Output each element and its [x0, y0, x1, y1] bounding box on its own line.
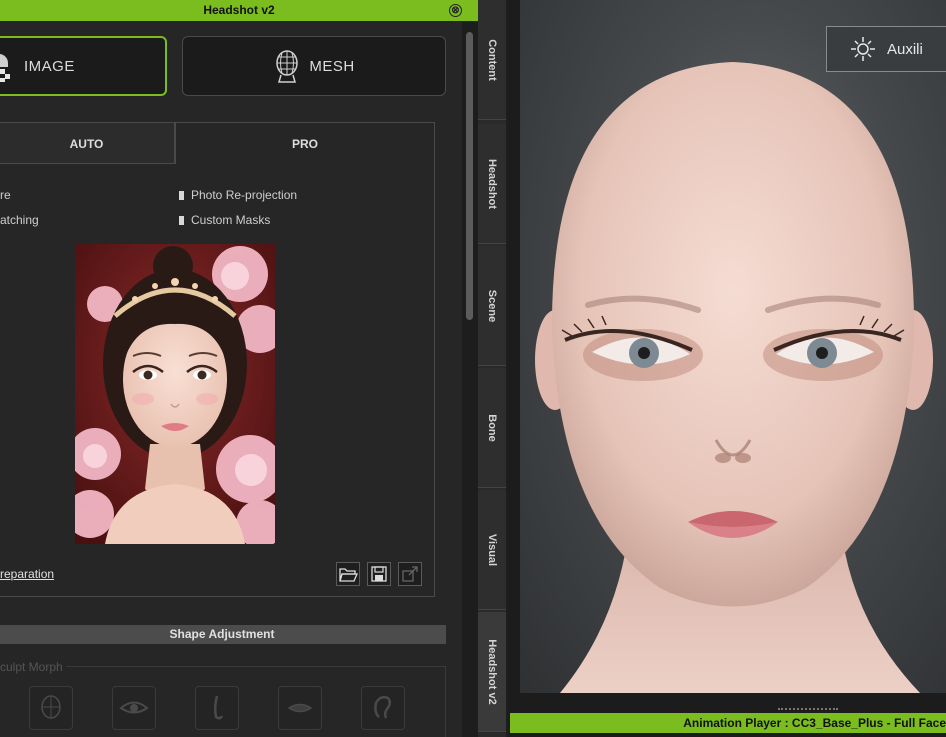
- sculpt-head-button[interactable]: [29, 686, 73, 730]
- option-left-1[interactable]: re: [0, 188, 11, 202]
- sculpt-ear-button[interactable]: [361, 686, 405, 730]
- tab-auto[interactable]: AUTO: [0, 122, 175, 164]
- head-icon: [41, 695, 61, 719]
- image-photo-icon: [0, 54, 10, 82]
- side-tab-label: Visual: [486, 533, 498, 566]
- photo-reprojection-label: Photo Re-projection: [191, 188, 298, 202]
- sculpt-nose-button[interactable]: [195, 686, 239, 730]
- mesh-mode-label: MESH: [309, 57, 355, 75]
- eye-icon: [119, 701, 149, 714]
- side-tab-label: Bone: [486, 413, 498, 442]
- open-folder-button[interactable]: [336, 562, 360, 586]
- animation-player-status-bar: Animation Player : CC3_Base_Plus - Full …: [510, 713, 946, 733]
- image-mode-button[interactable]: IMAGE: [0, 36, 167, 96]
- head-render[interactable]: [520, 0, 946, 693]
- source-photo[interactable]: [75, 244, 275, 544]
- side-tab-label: Scene: [486, 289, 498, 322]
- portrait-image: [75, 244, 275, 544]
- save-button[interactable]: [367, 562, 391, 586]
- mouth-icon: [287, 703, 313, 713]
- shape-adjustment-header[interactable]: Shape Adjustment: [0, 625, 446, 644]
- side-tab-label: Headshot v2: [486, 638, 498, 705]
- side-tab-strip: Content Headshot Scene Bone Visual Heads…: [478, 0, 506, 737]
- panel-title-bar: Headshot v2 ⊗: [0, 0, 478, 21]
- save-icon: [371, 566, 387, 582]
- mesh-mode-button[interactable]: MESH: [182, 36, 446, 96]
- mode-tabs: AUTO PRO: [0, 122, 435, 164]
- side-tab-content[interactable]: Content: [478, 0, 506, 120]
- option-left-2[interactable]: atching: [0, 213, 39, 227]
- export-button[interactable]: [398, 562, 422, 586]
- nose-icon: [213, 695, 224, 720]
- export-icon: [402, 566, 418, 582]
- checkbox[interactable]: [179, 216, 184, 225]
- rendered-head: [535, 62, 933, 693]
- side-tab-visual[interactable]: Visual: [478, 490, 506, 610]
- side-tab-headshot-v2[interactable]: Headshot v2: [478, 612, 506, 732]
- custom-masks-label: Custom Masks: [191, 213, 271, 227]
- close-icon[interactable]: ⊗: [449, 4, 462, 17]
- checkbox[interactable]: [179, 191, 184, 200]
- tab-pro[interactable]: PRO: [175, 122, 435, 164]
- ear-icon: [374, 695, 391, 719]
- mesh-head-icon: [276, 50, 299, 83]
- auxiliary-button[interactable]: Auxili: [826, 26, 946, 72]
- side-tab-label: Content: [486, 38, 498, 81]
- preparation-link[interactable]: reparation: [0, 567, 54, 581]
- sun-light-icon: [851, 37, 875, 61]
- side-tab-label: Headshot: [486, 158, 498, 209]
- sculpt-eye-button[interactable]: [112, 686, 156, 730]
- panel-scrollbar-thumb[interactable]: [466, 32, 473, 320]
- side-tab-bone[interactable]: Bone: [478, 368, 506, 488]
- sculpt-mouth-button[interactable]: [278, 686, 322, 730]
- auxiliary-label: Auxili: [887, 40, 923, 58]
- image-mode-label: IMAGE: [24, 57, 75, 75]
- custom-masks-option[interactable]: Custom Masks: [179, 213, 270, 227]
- panel-title: Headshot v2: [203, 3, 275, 17]
- headshot-v2-panel: Headshot v2 ⊗ IMAGE MESH AUTO PRO re atc…: [0, 0, 478, 737]
- sculpt-morph-label: culpt Morph: [0, 660, 66, 674]
- side-tab-headshot[interactable]: Headshot: [478, 124, 506, 244]
- side-tab-scene[interactable]: Scene: [478, 246, 506, 366]
- photo-reprojection-option[interactable]: Photo Re-projection: [179, 188, 297, 202]
- resize-grip[interactable]: [778, 708, 838, 711]
- open-folder-icon: [339, 568, 358, 582]
- 3d-viewport[interactable]: Auxili Animation Player : CC3_Base_Plus …: [508, 0, 946, 737]
